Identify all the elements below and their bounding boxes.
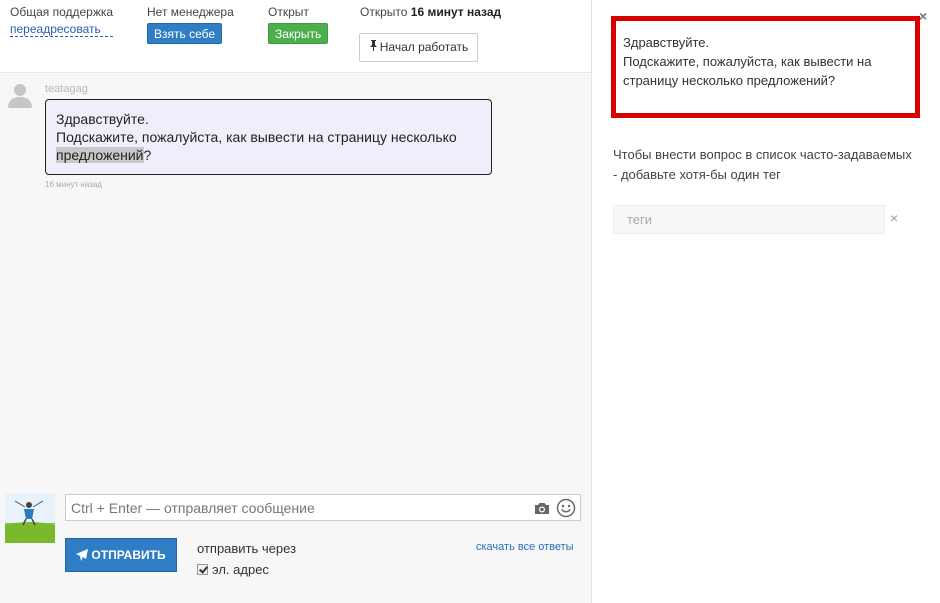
opened-info: Открыто 16 минут назад — [360, 5, 501, 19]
tags-input[interactable] — [614, 206, 884, 233]
tags-clear-icon[interactable]: × — [890, 210, 898, 226]
paper-plane-icon — [76, 549, 89, 561]
send-label: ОТПРАВИТЬ — [91, 548, 166, 562]
question-line-1: Здравствуйте. — [623, 35, 710, 50]
start-work-label: Начал работать — [379, 40, 469, 54]
message-line-1: Здравствуйте. — [56, 111, 149, 127]
email-checkbox[interactable] — [197, 564, 208, 575]
message-author: teatagag — [45, 83, 88, 95]
email-option: эл. адрес — [197, 562, 269, 577]
email-option-label: эл. адрес — [212, 562, 269, 577]
opened-prefix: Открыто — [360, 5, 408, 19]
smile-icon[interactable] — [556, 498, 576, 518]
status-group: Открыт Закрыть — [268, 5, 329, 44]
opened-time: 16 минут назад — [410, 5, 502, 19]
message-input-wrapper — [65, 494, 581, 521]
download-answers-link[interactable]: скачать все ответы — [476, 541, 574, 553]
message-timestamp: 16 минут назад — [45, 180, 102, 189]
take-ticket-button[interactable]: Взять себе — [147, 23, 223, 44]
user-placeholder-icon — [8, 82, 32, 108]
pin-icon — [369, 35, 378, 62]
ticket-toolbar: Общая поддержка переадресовать Нет менед… — [0, 0, 591, 73]
close-ticket-button[interactable]: Закрыть — [268, 23, 329, 44]
send-button[interactable]: ОТПРАВИТЬ — [65, 538, 177, 572]
chat-pane: Общая поддержка переадресовать Нет менед… — [0, 0, 592, 603]
question-line-2: Подскажите, пожалуйста, как вывести на с… — [623, 54, 872, 88]
message-highlight: предложений — [56, 147, 144, 163]
ticket-sidebar: × Здравствуйте. Подскажите, пожалуйста, … — [593, 0, 940, 603]
status-label: Открыт — [268, 5, 309, 19]
composer: ОТПРАВИТЬ отправить через эл. адрес скач… — [0, 474, 591, 603]
support-group: Общая поддержка переадресовать — [10, 5, 114, 37]
question-text-box[interactable]: Здравствуйте. Подскажите, пожалуйста, ка… — [611, 16, 920, 118]
start-work-button[interactable]: Начал работать — [359, 33, 478, 62]
message-list: teatagag Здравствуйте. Подскажите, пожал… — [0, 74, 591, 474]
tags-input-wrapper — [613, 205, 885, 234]
manager-label: Нет менеджера — [147, 5, 234, 19]
message-bubble: Здравствуйте. Подскажите, пожалуйста, ка… — [45, 99, 492, 175]
message-text-end: ? — [143, 147, 152, 163]
camera-icon[interactable] — [534, 500, 550, 516]
message-input[interactable] — [66, 495, 580, 520]
message-text: Подскажите, пожалуйста, как вывести на с… — [56, 129, 457, 145]
faq-note: Чтобы внести вопрос в список часто-задав… — [613, 147, 912, 182]
redirect-link[interactable]: переадресовать — [10, 22, 114, 37]
close-icon[interactable]: × — [919, 8, 927, 24]
avatar — [5, 493, 55, 543]
send-via-label: отправить через — [197, 541, 297, 556]
support-label: Общая поддержка — [10, 5, 114, 19]
message-line-2: Подскажите, пожалуйста, как вывести на с… — [56, 128, 481, 164]
manager-group: Нет менеджера Взять себе — [147, 5, 234, 44]
